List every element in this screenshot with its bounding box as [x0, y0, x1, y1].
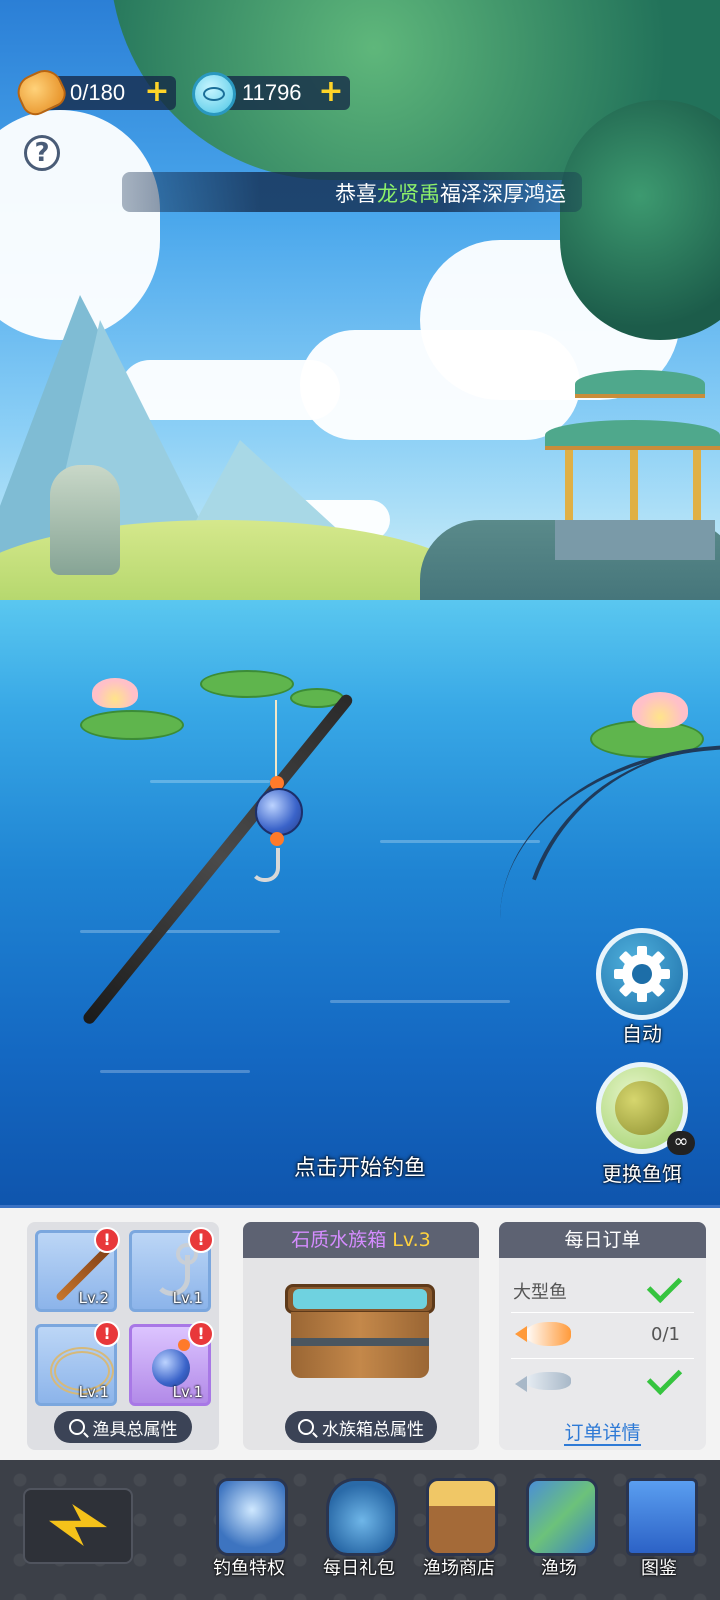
- order-detail-link[interactable]: 订单详情: [499, 1418, 706, 1446]
- alert-badge: !: [94, 1227, 120, 1253]
- gear-slot-hook[interactable]: ! Lv.1: [129, 1227, 214, 1312]
- order-row: [511, 1359, 694, 1404]
- daily-gift-bag-icon: [326, 1478, 398, 1556]
- check-icon: [646, 1359, 683, 1396]
- aquarium-title: 石质水族箱 Lv.3: [243, 1222, 479, 1258]
- silver-fish-icon: [515, 1372, 571, 1392]
- nav-label: 渔场商店: [423, 1558, 495, 1579]
- announcement-banner: 恭喜龙贤禹福泽深厚鸿运: [122, 172, 582, 212]
- fishery-map-icon: [526, 1478, 598, 1556]
- hook-icon: [250, 848, 280, 882]
- ripple: [150, 780, 270, 783]
- gear-total-attributes-button[interactable]: 渔具总属性: [54, 1411, 192, 1443]
- gear-slot-bobber[interactable]: ! Lv.1: [129, 1321, 214, 1406]
- gear-level: Lv.2: [78, 1289, 109, 1307]
- alert-badge: !: [188, 1227, 214, 1253]
- nav-label: 每日礼包: [323, 1558, 395, 1579]
- gear-slot-line[interactable]: ! Lv.1: [35, 1321, 120, 1406]
- aquarium-card[interactable]: 石质水族箱 Lv.3 水族箱总属性: [243, 1222, 479, 1450]
- aquarium-level: Lv.3: [392, 1229, 431, 1251]
- ripple: [380, 840, 540, 843]
- daily-order-card: 每日订单 大型鱼 0/1 订单详情: [499, 1222, 706, 1450]
- nav-fishing-privilege[interactable]: 钓鱼特权: [204, 1478, 294, 1588]
- fish-coin-icon: [192, 72, 236, 116]
- nav-label: 渔场: [541, 1558, 577, 1579]
- fish-encyclopedia-icon: [626, 1478, 698, 1556]
- aquarium-total-attributes-label: 水族箱总属性: [322, 1419, 424, 1440]
- bread-add-button[interactable]: +: [144, 77, 170, 107]
- order-detail-label: 订单详情: [564, 1422, 641, 1446]
- lily-pad: [80, 710, 184, 740]
- auto-fish-button[interactable]: [596, 928, 688, 1020]
- game-screen: 0/180 + 11796 + ? 恭喜龙贤禹福泽深厚鸿运 自动 ∞ 更换鱼饵 …: [0, 0, 720, 1600]
- bottom-nav: 钓鱼特权 每日礼包 渔场商店 渔场 图鉴: [0, 1460, 720, 1600]
- nav-daily-gift[interactable]: 每日礼包: [314, 1478, 404, 1588]
- bobber-cap: [270, 832, 284, 846]
- nav-label: 图鉴: [641, 1558, 677, 1579]
- lotus-flower: [92, 678, 138, 708]
- gear-total-attributes-label: 渔具总属性: [92, 1419, 178, 1440]
- ripple: [80, 930, 280, 933]
- search-icon: [68, 1419, 85, 1435]
- bobber-cap: [178, 1339, 190, 1351]
- announcement-text: 恭喜龙贤禹福泽深厚鸿运: [335, 178, 566, 208]
- koi-fish-icon: [515, 1322, 571, 1346]
- gear-level: Lv.1: [172, 1289, 203, 1307]
- gear-card: ! Lv.2 ! Lv.1 ! Lv.1 ! Lv.1 渔具总属性: [27, 1222, 219, 1450]
- bottom-panel: ! Lv.2 ! Lv.1 ! Lv.1 ! Lv.1 渔具总属性 石质水族箱 …: [0, 1205, 720, 1463]
- announcement-player-name: 龙贤禹: [377, 182, 440, 206]
- lightning-icon: [49, 1504, 107, 1546]
- ripple: [100, 1070, 250, 1073]
- alert-badge: !: [94, 1321, 120, 1347]
- nav-label: 钓鱼特权: [213, 1558, 285, 1579]
- nav-fishery-shop[interactable]: 渔场商店: [414, 1478, 504, 1588]
- order-row-progress: 0/1: [651, 1324, 680, 1345]
- rock: [50, 465, 120, 575]
- gear-level: Lv.1: [172, 1383, 203, 1401]
- nav-encyclopedia[interactable]: 图鉴: [614, 1478, 704, 1588]
- auto-fish-label: 自动: [622, 1022, 662, 1046]
- gear-icon: [614, 946, 670, 1002]
- tree-canopy: [560, 100, 720, 340]
- order-row: 0/1: [511, 1314, 694, 1359]
- lotus-flower: [632, 692, 688, 728]
- change-bait-button[interactable]: ∞: [596, 1062, 695, 1155]
- fishcoin-add-button[interactable]: +: [318, 77, 344, 107]
- daily-order-title: 每日订单: [499, 1222, 706, 1258]
- check-icon: [646, 1267, 683, 1304]
- announcement-prefix: 恭喜: [335, 182, 377, 206]
- alert-badge: !: [188, 1321, 214, 1347]
- order-row: 大型鱼: [511, 1267, 694, 1313]
- order-row-label: 大型鱼: [513, 1282, 567, 1303]
- fishing-privilege-icon: [216, 1478, 288, 1556]
- nav-fishery[interactable]: 渔场: [514, 1478, 604, 1588]
- help-button[interactable]: ?: [24, 135, 60, 171]
- gear-slot-rod[interactable]: ! Lv.2: [35, 1227, 120, 1312]
- pavilion: [545, 370, 720, 560]
- lily-pad: [200, 670, 294, 698]
- tap-to-fish-hint: 点击开始钓鱼: [293, 1156, 426, 1181]
- bobber-icon: [255, 788, 303, 836]
- quick-action-button[interactable]: [23, 1488, 133, 1564]
- stone-aquarium-icon: [285, 1284, 435, 1382]
- search-icon: [298, 1419, 314, 1435]
- aquarium-total-attributes-button[interactable]: 水族箱总属性: [285, 1411, 437, 1443]
- gear-level: Lv.1: [78, 1383, 109, 1401]
- bait-ball-icon: [615, 1081, 669, 1135]
- ripple: [330, 1000, 510, 1003]
- bobber-icon: [152, 1349, 190, 1387]
- aquarium-name: 石质水族箱: [291, 1229, 387, 1251]
- fishery-shop-icon: [426, 1478, 498, 1556]
- announcement-suffix: 福泽深厚鸿运: [440, 182, 566, 206]
